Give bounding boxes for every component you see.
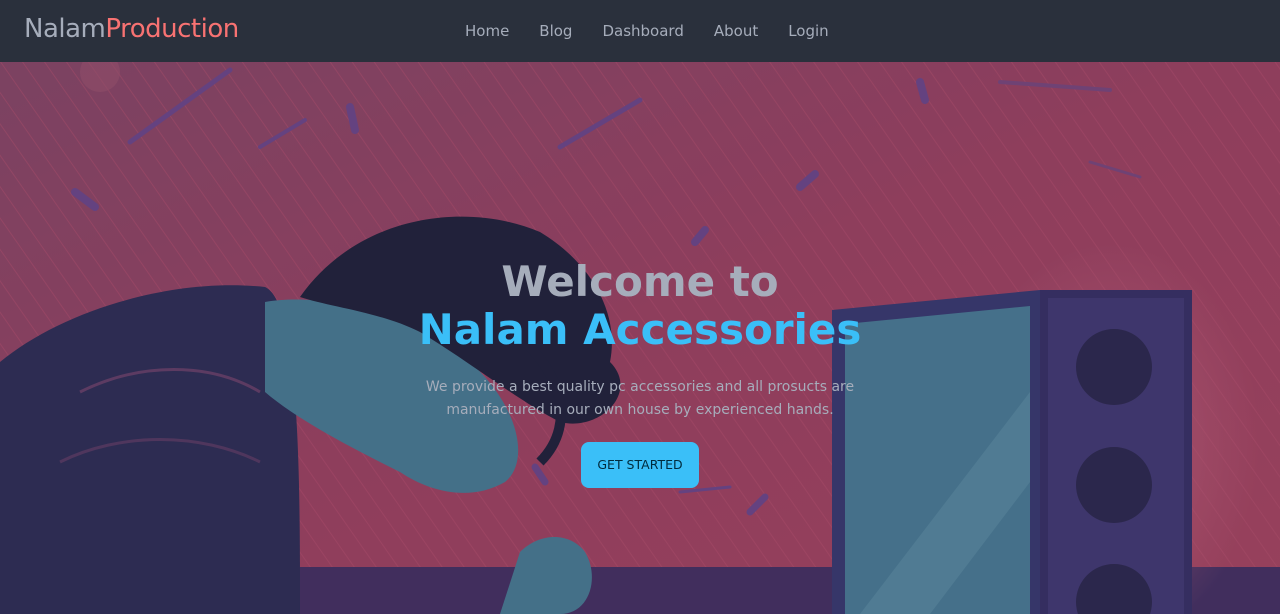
hero-title: Welcome to Nalam Accessories bbox=[340, 258, 940, 354]
hero-description: We provide a best quality pc accessories… bbox=[425, 379, 855, 418]
nav-menu: Home Blog Dashboard About Login bbox=[450, 0, 844, 62]
nav-item-about[interactable]: About bbox=[699, 14, 773, 48]
hero-title-line1: Welcome to bbox=[501, 257, 779, 306]
navbar: NalamProduction Home Blog Dashboard Abou… bbox=[0, 0, 1280, 62]
brand-part1: Nalam bbox=[24, 14, 106, 44]
brand-part2: Production bbox=[105, 14, 239, 44]
hero-title-line2: Nalam Accessories bbox=[418, 305, 862, 354]
nav-item-dashboard[interactable]: Dashboard bbox=[587, 14, 698, 48]
nav-item-home[interactable]: Home bbox=[450, 14, 524, 48]
brand-logo[interactable]: NalamProduction bbox=[24, 14, 239, 44]
get-started-button[interactable]: GET STARTED bbox=[581, 442, 699, 488]
nav-item-blog[interactable]: Blog bbox=[524, 14, 587, 48]
hero-content: Welcome to Nalam Accessories We provide … bbox=[340, 258, 940, 488]
nav-item-login[interactable]: Login bbox=[773, 14, 843, 48]
hero-section: Welcome to Nalam Accessories We provide … bbox=[0, 62, 1280, 614]
